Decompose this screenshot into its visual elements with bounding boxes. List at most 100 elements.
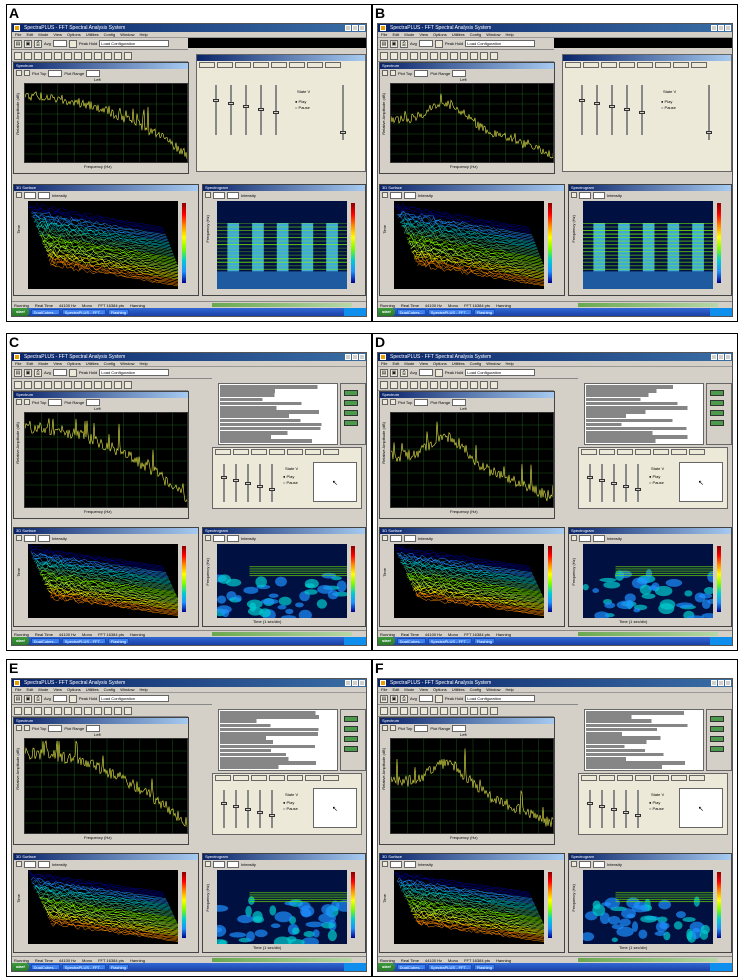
tool-icon[interactable] [410, 52, 418, 60]
menu-item[interactable]: View [419, 32, 428, 37]
tool-icon[interactable] [440, 707, 448, 715]
tool-icon[interactable] [480, 707, 488, 715]
tool-icon[interactable] [34, 52, 42, 60]
slider-knob[interactable] [635, 814, 641, 817]
control-tab[interactable] [581, 775, 597, 781]
control-tab[interactable] [655, 62, 671, 68]
tool-icon[interactable] [34, 381, 42, 389]
menu-item[interactable]: Config [104, 687, 116, 692]
control-tab[interactable] [251, 775, 267, 781]
control-tab[interactable] [565, 62, 581, 68]
tool-icon[interactable] [14, 381, 22, 389]
gain-slider[interactable] [271, 790, 273, 828]
gain-slider[interactable] [581, 85, 583, 135]
gain-slider[interactable] [625, 790, 627, 828]
tool-icon[interactable] [84, 52, 92, 60]
tool-icon[interactable] [470, 52, 478, 60]
plot-top-field[interactable] [48, 725, 62, 732]
spectrogram-plot[interactable] [583, 544, 713, 618]
plot-top-field[interactable] [48, 399, 62, 406]
menu-item[interactable]: Utilities [452, 687, 465, 692]
avg-field[interactable] [53, 40, 67, 47]
tool-icon[interactable] [480, 381, 488, 389]
close-icon[interactable] [359, 354, 365, 360]
taskbar-item[interactable]: Flashing [108, 638, 129, 644]
pause-radio[interactable]: ○ Pause [283, 806, 298, 811]
state-plot[interactable]: ↖ [679, 462, 723, 502]
plot-range-field[interactable] [452, 399, 466, 406]
control-tab[interactable] [599, 775, 615, 781]
tool-icon[interactable] [124, 52, 132, 60]
gain-slider[interactable] [601, 464, 603, 502]
slider-knob[interactable] [257, 485, 263, 488]
control-tab[interactable] [671, 449, 687, 455]
tool-icon[interactable] [460, 381, 468, 389]
save-icon[interactable]: ▣ [24, 40, 32, 48]
control-tab[interactable] [253, 62, 269, 68]
start-button[interactable]: start [378, 308, 395, 316]
gain-slider[interactable] [625, 464, 627, 502]
close-icon[interactable] [725, 25, 731, 31]
plot-top-field[interactable] [213, 192, 225, 199]
plot-range-field[interactable] [227, 535, 239, 542]
plot-top-field[interactable] [24, 535, 36, 542]
surface-plot[interactable] [394, 201, 544, 289]
pause-radio[interactable]: ○ Pause [283, 480, 298, 485]
gain-slider[interactable] [259, 790, 261, 828]
taskbar-item[interactable]: SpectraPLUS - FFT... [428, 964, 472, 970]
control-tab[interactable] [599, 449, 615, 455]
menu-item[interactable]: Help [505, 687, 513, 692]
tool-icon[interactable] [114, 381, 122, 389]
cursor-icon[interactable] [24, 70, 30, 76]
menu-item[interactable]: Edit [392, 687, 399, 692]
taskbar-item[interactable]: Flashing [474, 638, 495, 644]
control-tab[interactable] [323, 449, 339, 455]
tool-icon[interactable] [430, 52, 438, 60]
surface-plot[interactable] [28, 201, 178, 289]
plot-range-field[interactable] [404, 535, 416, 542]
menu-item[interactable]: Utilities [86, 361, 99, 366]
config-select[interactable]: Load Configuration [99, 369, 169, 376]
state-plot[interactable]: ↖ [313, 462, 357, 502]
spectrogram-plot[interactable] [217, 201, 347, 289]
zoom-icon[interactable] [382, 861, 388, 867]
control-tab[interactable] [305, 775, 321, 781]
menu-item[interactable]: Mode [404, 32, 414, 37]
tool-icon[interactable] [450, 381, 458, 389]
plot-range-field[interactable] [593, 861, 605, 868]
menu-item[interactable]: Options [67, 32, 81, 37]
gain-slider[interactable] [611, 85, 613, 135]
play-radio[interactable]: ● Play [661, 99, 672, 104]
tool-icon[interactable] [410, 707, 418, 715]
menu-item[interactable]: Window [486, 32, 500, 37]
menu-item[interactable]: File [15, 361, 21, 366]
control-tab[interactable] [653, 449, 669, 455]
menu-item[interactable]: Mode [38, 361, 48, 366]
slider-knob[interactable] [611, 482, 617, 485]
open-icon[interactable]: ▤ [14, 40, 22, 48]
menu-item[interactable]: Options [433, 687, 447, 692]
tool-icon[interactable] [450, 707, 458, 715]
slider-knob[interactable] [221, 802, 227, 805]
tool-icon[interactable] [94, 52, 102, 60]
gain-slider[interactable] [271, 464, 273, 502]
zoom-icon[interactable] [571, 535, 577, 541]
plot-range-field[interactable] [38, 535, 50, 542]
tool-icon[interactable] [114, 52, 122, 60]
menu-item[interactable]: File [15, 687, 21, 692]
spectrum-plot[interactable] [24, 738, 188, 834]
control-tab[interactable] [583, 62, 599, 68]
control-tab[interactable] [287, 775, 303, 781]
tool-icon[interactable] [380, 381, 388, 389]
menu-item[interactable]: View [53, 361, 62, 366]
print-icon[interactable]: ⎙ [400, 695, 408, 703]
control-tab[interactable] [691, 62, 707, 68]
taskbar-item[interactable]: SpectraPLUS - FFT... [62, 964, 106, 970]
plot-top-field[interactable] [579, 861, 591, 868]
gain-slider[interactable] [596, 85, 598, 135]
menu-item[interactable]: Edit [392, 361, 399, 366]
menu-item[interactable]: File [381, 687, 387, 692]
control-tab[interactable] [653, 775, 669, 781]
open-icon[interactable]: ▤ [14, 369, 22, 377]
tool-icon[interactable] [74, 381, 82, 389]
